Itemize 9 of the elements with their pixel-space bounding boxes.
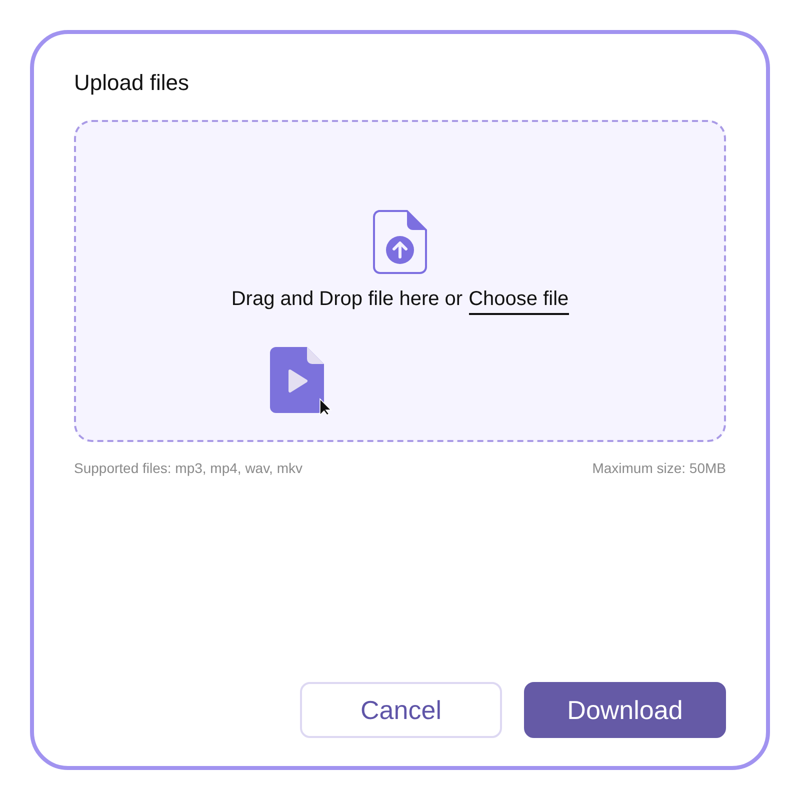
drop-zone[interactable]: Drag and Drop file here or Choose file [74,120,726,442]
drop-instruction: Drag and Drop file here or [231,288,463,312]
choose-file-link[interactable]: Choose file [468,288,569,315]
supported-files-note: Supported files: mp3, mp4, wav, mkv [74,460,302,476]
file-upload-icon [373,210,427,274]
cancel-button[interactable]: Cancel [300,682,502,738]
download-button[interactable]: Download [524,682,726,738]
max-size-note: Maximum size: 50MB [592,460,726,476]
dialog-title: Upload files [74,70,190,96]
